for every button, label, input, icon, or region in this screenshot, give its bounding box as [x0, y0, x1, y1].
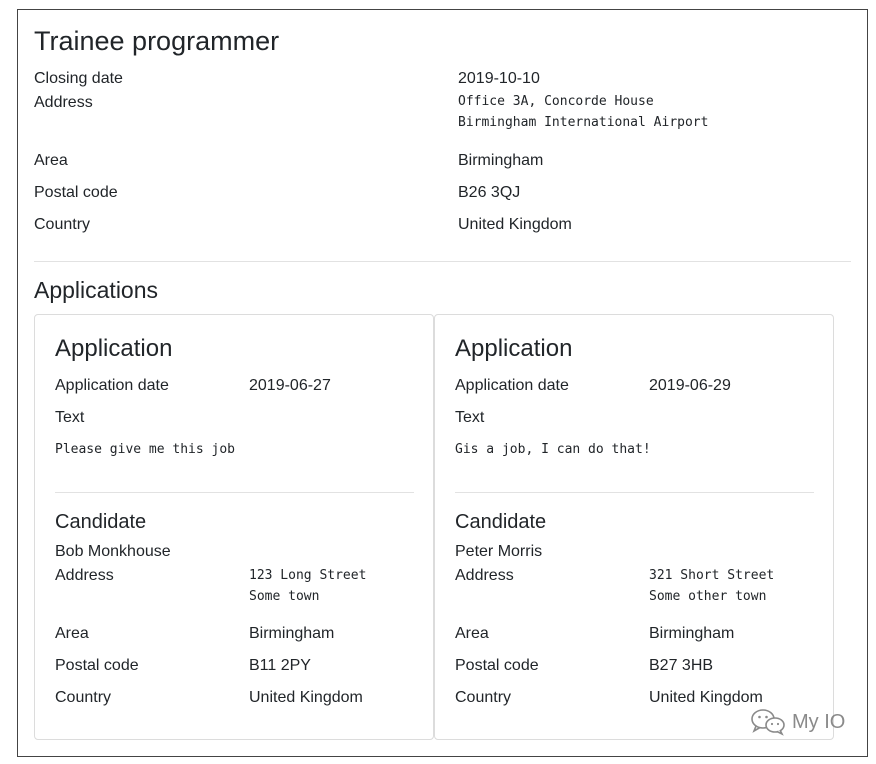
candidate-address-label: Address: [455, 567, 514, 584]
application-date-label: Application date: [55, 377, 169, 394]
area-value: Birmingham: [458, 152, 544, 169]
candidate-area-value: Birmingham: [649, 625, 735, 642]
candidate-country-value: United Kingdom: [249, 689, 363, 706]
candidate-area-label: Area: [55, 625, 89, 642]
country-label: Country: [34, 216, 91, 233]
application-title: Application: [55, 335, 173, 362]
application-card: Application Application date 2019-06-27 …: [34, 314, 434, 740]
application-text-label: Text: [55, 409, 85, 426]
application-text-value: Gis a job, I can do that!: [455, 442, 651, 457]
country-value: United Kingdom: [458, 216, 572, 233]
applications-heading: Applications: [34, 277, 159, 303]
application-text-value: Please give me this job: [55, 442, 236, 457]
candidate-name: Peter Morris: [455, 543, 543, 560]
watermark: My IO: [750, 708, 845, 736]
area-label: Area: [34, 152, 68, 169]
candidate-postal-code-value: B27 3HB: [649, 657, 714, 674]
candidate-heading: Candidate: [455, 511, 547, 533]
candidate-heading: Candidate: [55, 511, 147, 533]
section-divider: [34, 261, 851, 262]
wechat-icon: [750, 708, 786, 736]
postal-code-value: B26 3QJ: [458, 184, 521, 201]
candidate-country-label: Country: [455, 689, 512, 706]
job-details-panel: Trainee programmer Closing date 2019-10-…: [17, 9, 868, 757]
candidate-postal-code-value: B11 2PY: [249, 657, 311, 674]
card-divider: [455, 492, 814, 493]
candidate-postal-code-label: Postal code: [455, 657, 539, 674]
card-divider: [55, 492, 414, 493]
application-text-label: Text: [455, 409, 485, 426]
candidate-name: Bob Monkhouse: [55, 543, 171, 560]
candidate-area-label: Area: [455, 625, 489, 642]
address-value: Office 3A, Concorde House Birmingham Int…: [458, 94, 709, 130]
candidate-country-value: United Kingdom: [649, 689, 763, 706]
candidate-postal-code-label: Postal code: [55, 657, 139, 674]
postal-code-label: Postal code: [34, 184, 118, 201]
candidate-area-value: Birmingham: [249, 625, 335, 642]
candidate-address-label: Address: [55, 567, 114, 584]
candidate-address-value: 321 Short Street Some other town: [649, 568, 775, 604]
candidate-country-label: Country: [55, 689, 112, 706]
application-date-label: Application date: [455, 377, 569, 394]
job-title: Trainee programmer: [34, 26, 280, 56]
closing-date-label: Closing date: [34, 70, 123, 87]
closing-date-value: 2019-10-10: [458, 70, 540, 87]
application-date-value: 2019-06-29: [649, 377, 731, 394]
application-card: Application Application date 2019-06-29 …: [434, 314, 834, 740]
application-title: Application: [455, 335, 573, 362]
watermark-text: My IO: [792, 710, 846, 733]
address-label: Address: [34, 94, 93, 111]
candidate-address-value: 123 Long Street Some town: [249, 568, 367, 604]
application-date-value: 2019-06-27: [249, 377, 331, 394]
